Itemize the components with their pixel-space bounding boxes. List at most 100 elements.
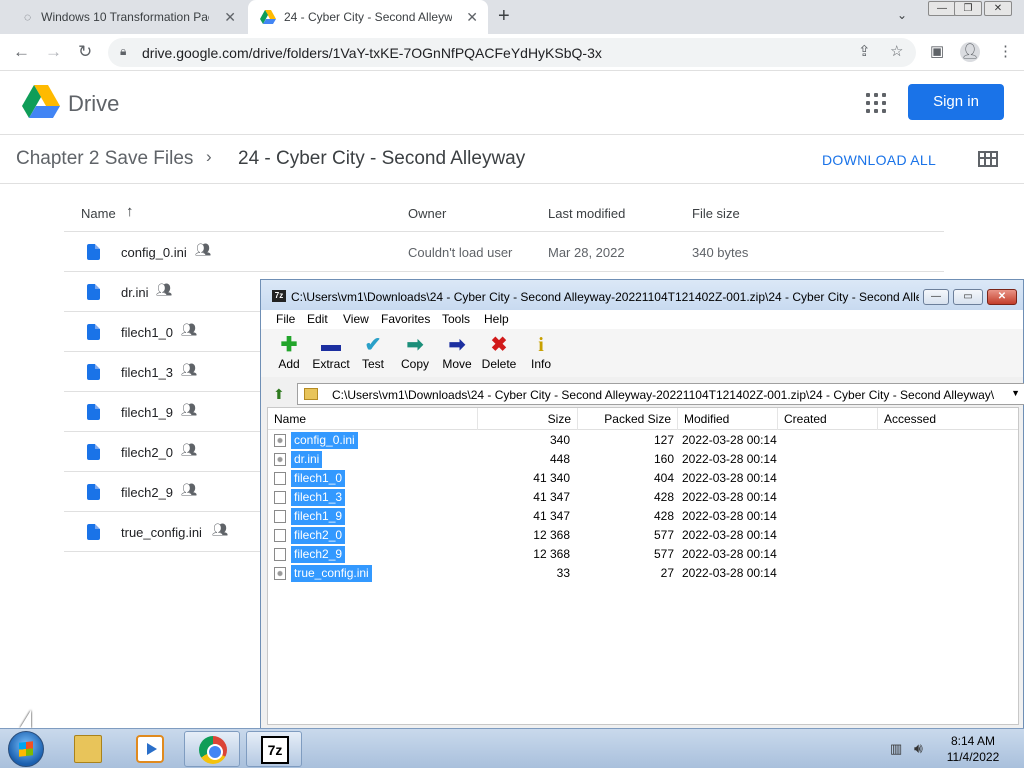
7zip-minimize-button[interactable]: — bbox=[923, 289, 949, 305]
forward-arrow-icon[interactable]: → bbox=[45, 42, 62, 62]
info-button[interactable]: i Info bbox=[521, 333, 561, 371]
shared-people-icon: 👥︎ bbox=[195, 242, 212, 257]
archive-row[interactable]: filech1_0 41 340 404 2022-03-28 00:14 bbox=[268, 469, 1018, 488]
7zip-app-icon: 7z bbox=[272, 290, 286, 302]
reload-icon[interactable]: ↻ bbox=[78, 42, 92, 62]
column-packed-size[interactable]: Packed Size bbox=[578, 408, 678, 430]
download-all-button[interactable]: DOWNLOAD ALL bbox=[822, 152, 936, 168]
breadcrumb-parent-folder[interactable]: Chapter 2 Save Files bbox=[16, 148, 193, 170]
column-name[interactable]: Name bbox=[81, 206, 116, 221]
column-size[interactable]: Size bbox=[478, 408, 578, 430]
settings-file-icon bbox=[274, 434, 286, 447]
add-button[interactable]: ✚ Add bbox=[269, 333, 309, 371]
google-drive-icon bbox=[260, 10, 276, 24]
settings-file-icon bbox=[274, 567, 286, 580]
share-icon[interactable]: ⇪ bbox=[858, 42, 871, 60]
network-icon[interactable]: ▥ bbox=[890, 741, 902, 757]
column-created[interactable]: Created bbox=[778, 408, 878, 430]
archive-file-name: true_config.ini bbox=[291, 565, 372, 582]
google-apps-icon[interactable] bbox=[866, 93, 886, 113]
menu-file[interactable]: File bbox=[276, 312, 295, 326]
7zip-window-title: C:\Users\vm1\Downloads\24 - Cyber City -… bbox=[291, 290, 919, 304]
column-file-size[interactable]: File size bbox=[692, 206, 740, 221]
taskbar-chrome-button[interactable] bbox=[184, 731, 240, 767]
7zip-path-combobox[interactable]: C:\Users\vm1\Downloads\24 - Cyber City -… bbox=[297, 383, 1024, 405]
browser-tab-strip: ◌ Windows 10 Transformation Pack ✕ 24 - … bbox=[0, 0, 1024, 34]
file-row[interactable]: config_0.ini 👥︎ Couldn't load user Mar 2… bbox=[64, 232, 944, 272]
archive-row[interactable]: filech2_9 12 368 577 2022-03-28 00:14 bbox=[268, 545, 1018, 564]
lock-icon[interactable]: 🔒︎ bbox=[120, 44, 126, 59]
profile-avatar-icon[interactable]: 👤︎ bbox=[960, 42, 980, 62]
dropdown-arrow-icon[interactable]: ▼ bbox=[1011, 388, 1020, 398]
file-icon bbox=[274, 510, 286, 523]
minimize-window-button[interactable]: — bbox=[928, 1, 956, 16]
archive-row[interactable]: filech1_9 41 347 428 2022-03-28 00:14 bbox=[268, 507, 1018, 526]
archive-file-size: 41 340 bbox=[533, 471, 570, 485]
media-player-icon bbox=[136, 735, 164, 763]
copy-button[interactable]: ➡ Copy bbox=[395, 333, 435, 371]
restore-window-button[interactable]: ❐ bbox=[954, 1, 982, 16]
folder-up-icon[interactable]: ⬆ bbox=[273, 386, 285, 403]
system-clock[interactable]: 8:14 AM 11/4/2022 bbox=[946, 733, 1000, 765]
taskbar-7zip-button[interactable]: 7z bbox=[246, 731, 302, 767]
column-modified[interactable]: Modified bbox=[678, 408, 778, 430]
menu-help[interactable]: Help bbox=[484, 312, 509, 326]
column-accessed[interactable]: Accessed bbox=[878, 408, 1018, 430]
7zip-file-manager-window: 7z C:\Users\vm1\Downloads\24 - Cyber Cit… bbox=[260, 279, 1024, 729]
new-tab-icon[interactable]: + bbox=[498, 5, 510, 28]
file-icon bbox=[274, 529, 286, 542]
7zip-list-header: Name Size Packed Size Modified Created A… bbox=[268, 408, 1018, 430]
close-tab-icon[interactable]: ✕ bbox=[224, 9, 236, 26]
document-icon bbox=[87, 244, 100, 260]
back-arrow-icon[interactable]: ← bbox=[13, 42, 30, 62]
tab-windows-10-transformation-pack[interactable]: ◌ Windows 10 Transformation Pack ✕ bbox=[10, 0, 246, 34]
file-name: filech2_0 bbox=[121, 445, 174, 460]
column-name[interactable]: Name bbox=[268, 408, 478, 430]
column-last-modified[interactable]: Last modified bbox=[548, 206, 625, 221]
taskbar-media-player-button[interactable] bbox=[122, 731, 178, 767]
bookmark-star-icon[interactable]: ☆ bbox=[890, 42, 903, 60]
address-bar[interactable]: 🔒︎ drive.google.com/drive/folders/1VaY-t… bbox=[108, 38, 916, 67]
archive-file-size: 448 bbox=[549, 452, 570, 466]
archive-row[interactable]: config_0.ini 340 127 2022-03-28 00:14 bbox=[268, 431, 1018, 450]
move-arrow-icon: ➡ bbox=[448, 334, 466, 356]
sort-arrow-up-icon[interactable]: ↑ bbox=[126, 203, 134, 220]
menu-favorites[interactable]: Favorites bbox=[381, 312, 430, 326]
archive-row[interactable]: dr.ini 448 160 2022-03-28 00:14 bbox=[268, 450, 1018, 469]
extract-button[interactable]: ▬ Extract bbox=[311, 333, 351, 371]
test-button[interactable]: ✔ Test bbox=[353, 333, 393, 371]
menu-edit[interactable]: Edit bbox=[307, 312, 328, 326]
document-icon bbox=[87, 284, 100, 300]
start-button[interactable] bbox=[8, 731, 44, 767]
7zip-close-button[interactable]: ✕ bbox=[987, 289, 1017, 305]
close-tab-icon[interactable]: ✕ bbox=[466, 9, 478, 26]
menu-view[interactable]: View bbox=[343, 312, 369, 326]
windows-logo-icon bbox=[19, 741, 33, 757]
archive-packed-size: 577 bbox=[653, 528, 674, 542]
archive-row[interactable]: filech1_3 41 347 428 2022-03-28 00:14 bbox=[268, 488, 1018, 507]
delete-button[interactable]: ✖ Delete bbox=[479, 333, 519, 371]
volume-icon[interactable]: 🔊︎ bbox=[914, 740, 923, 757]
taskbar-explorer-button[interactable] bbox=[60, 731, 116, 767]
archive-file-size: 340 bbox=[549, 433, 570, 447]
shared-people-icon: 👥︎ bbox=[181, 402, 198, 417]
kebab-menu-icon[interactable]: ⋮ bbox=[998, 42, 1013, 60]
close-window-button[interactable]: ✕ bbox=[984, 1, 1012, 16]
side-panel-icon[interactable]: ▣ bbox=[930, 42, 944, 60]
move-button[interactable]: ➡ Move bbox=[437, 333, 477, 371]
tab-search-chevron-icon[interactable]: ⌄ bbox=[897, 8, 907, 22]
explorer-icon bbox=[74, 735, 102, 763]
7zip-title-bar[interactable]: 7z C:\Users\vm1\Downloads\24 - Cyber Cit… bbox=[261, 280, 1023, 310]
archive-row[interactable]: filech2_0 12 368 577 2022-03-28 00:14 bbox=[268, 526, 1018, 545]
archive-modified: 2022-03-28 00:14 bbox=[682, 528, 777, 542]
copy-arrow-icon: ➡ bbox=[406, 334, 424, 356]
grid-view-icon[interactable] bbox=[978, 151, 998, 167]
7zip-maximize-button[interactable]: ▭ bbox=[953, 289, 983, 305]
copy-label: Copy bbox=[400, 357, 429, 371]
archive-row[interactable]: true_config.ini 33 27 2022-03-28 00:14 bbox=[268, 564, 1018, 583]
7zip-address-row: ⬆ C:\Users\vm1\Downloads\24 - Cyber City… bbox=[267, 383, 1024, 405]
archive-file-name: filech1_0 bbox=[291, 470, 346, 487]
menu-tools[interactable]: Tools bbox=[442, 312, 470, 326]
tab-cyber-city-second-alleyway[interactable]: 24 - Cyber City - Second Alleyway ✕ bbox=[248, 0, 488, 34]
sign-in-button[interactable]: Sign in bbox=[908, 84, 1004, 120]
